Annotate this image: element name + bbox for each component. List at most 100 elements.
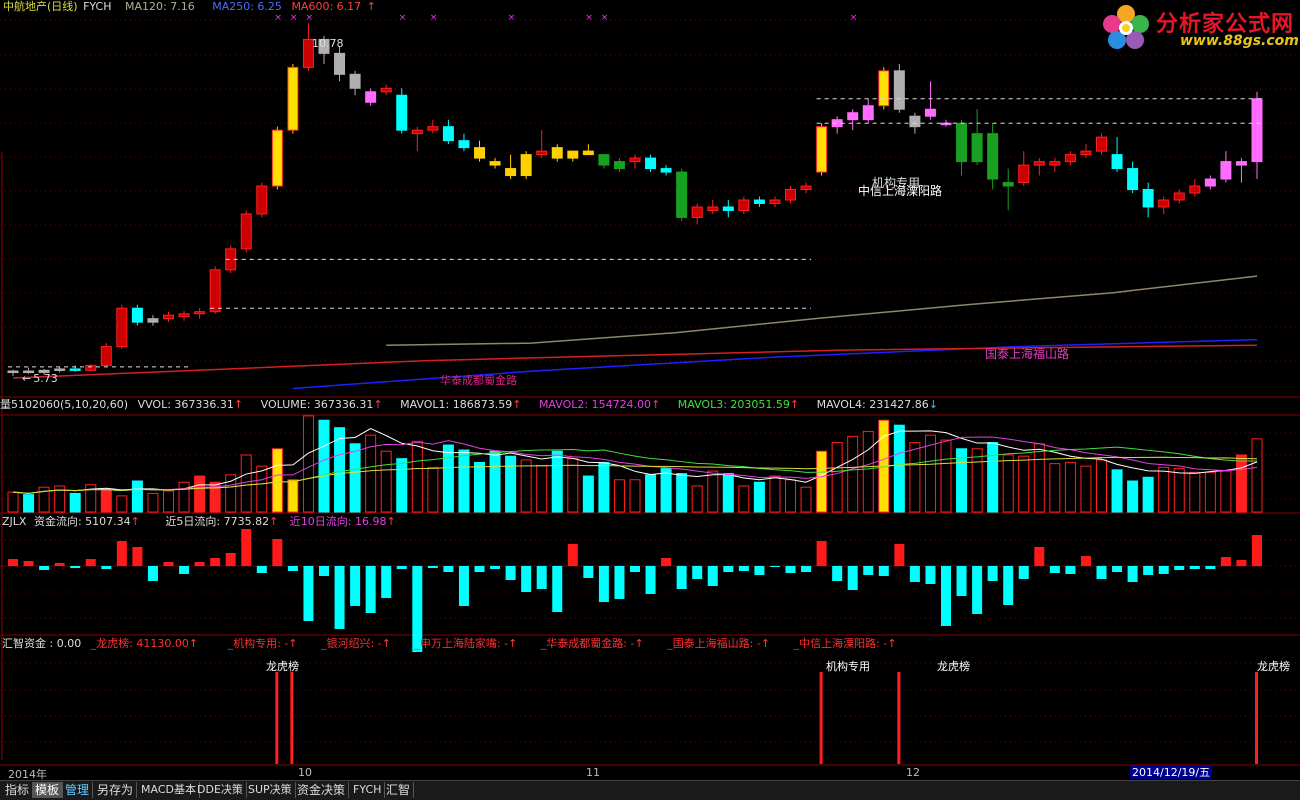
signal-marker: ×	[274, 13, 282, 23]
candle-body	[380, 87, 392, 93]
signal-marker: ×	[430, 13, 438, 23]
flow-bar	[738, 566, 749, 571]
candle-body	[613, 161, 625, 170]
signal-marker: ×	[290, 13, 298, 23]
flow-bar	[645, 566, 656, 594]
tab-fych[interactable]: FYCH	[350, 782, 386, 798]
volume-bar	[131, 480, 143, 513]
candle-body	[163, 314, 174, 320]
vvol-value: VVOL: 367336.31	[137, 398, 234, 411]
tab-manage[interactable]: 管理	[62, 782, 94, 798]
kline-chart[interactable]: × × × × × × × × ×	[0, 0, 1300, 766]
signal-marker: ×	[508, 13, 516, 23]
flow-bar	[583, 566, 594, 578]
volume-bar	[1127, 480, 1139, 513]
zx-value: _中信上海溧阳路: -	[793, 637, 888, 650]
tab-save-as[interactable]: 另存为	[94, 782, 138, 798]
candle-body	[1002, 182, 1014, 187]
tab-huizhi[interactable]: 汇智	[383, 782, 415, 798]
signal-marker: ×	[850, 13, 858, 23]
flow-bar	[365, 566, 376, 613]
candle-body	[505, 168, 517, 177]
seat-marker-label-4: 龙虎榜	[1257, 660, 1290, 673]
signal-marker: ×	[305, 13, 313, 23]
left-arrow-icon: ←	[22, 372, 32, 385]
candle-body	[178, 313, 190, 318]
candle-body	[878, 70, 890, 107]
high-price-label: 10.78	[312, 37, 344, 50]
flow-bar	[396, 566, 407, 569]
flow-bar	[878, 566, 889, 576]
candle-body	[1064, 154, 1076, 163]
flow-bar	[1034, 547, 1045, 566]
bottom-tab-bar: 指标 模板 管理 另存为 MACD基本 DDE决策 SUP决策 资金决策 FYC…	[0, 780, 1300, 800]
mavol2-value: MAVOL2: 154724.00	[538, 398, 652, 411]
candle-body	[365, 91, 377, 103]
flow-bar	[70, 566, 81, 568]
flow-bar	[1189, 566, 1200, 569]
candle-body	[271, 129, 283, 187]
flow-header: ZJLX 资金流向: 5107.34↑ 近5日流向: 7735.82↑ 近10日…	[2, 515, 396, 528]
flow-bar	[272, 539, 283, 566]
date-axis: 2014年 10 11 12 2014/12/19/五	[0, 766, 1300, 781]
flow-bar	[1112, 566, 1123, 572]
volume-bar	[69, 492, 81, 513]
volume-bar	[147, 492, 159, 513]
tab-fund[interactable]: 资金决策	[294, 782, 350, 798]
volume-bar	[800, 486, 812, 513]
seat-event-bar	[290, 672, 294, 764]
candle-body	[520, 154, 532, 177]
gt-value: _国泰上海福山路: -	[667, 637, 761, 650]
candle-body	[1189, 185, 1201, 194]
flow-bar	[303, 566, 314, 621]
chart-grid	[0, 19, 1300, 766]
volume-bar	[23, 494, 35, 513]
date-month-12: 12	[906, 766, 920, 779]
volume-bar	[349, 443, 361, 513]
flow-bar	[863, 566, 874, 575]
candle-body	[753, 199, 765, 204]
up-arrow-icon: ↑	[366, 0, 376, 13]
candle-body	[7, 370, 19, 374]
flow-bar	[832, 566, 843, 581]
flow-bar	[490, 566, 501, 569]
volume-bar	[816, 450, 828, 513]
volume-bar	[100, 489, 112, 513]
volume-bar	[1018, 455, 1030, 513]
volume-bar	[225, 474, 237, 513]
volume-bar	[240, 454, 252, 513]
site-logo: 分析家公式网 www.88gs.com	[1100, 2, 1299, 52]
volume-bar	[629, 479, 641, 513]
flow-bar	[972, 566, 983, 614]
logo-url: www.88gs.com	[1180, 33, 1299, 49]
stock-name[interactable]: 中航地产(日线)	[3, 0, 78, 13]
candle-body	[1033, 161, 1045, 166]
flow-bar	[23, 561, 34, 566]
volume-bar	[7, 491, 19, 513]
seat-marker-label-1: 龙虎榜	[266, 660, 299, 673]
signal-marker: ×	[585, 13, 593, 23]
fund-flow-bars	[8, 529, 1262, 652]
current-date: 2014/12/19/五	[1130, 766, 1213, 779]
seat-label-4: 机构专用	[872, 176, 921, 190]
tab-macd[interactable]: MACD基本	[138, 782, 200, 798]
tab-template[interactable]: 模板	[32, 782, 64, 798]
seat-label-2: 国泰上海福山路	[985, 347, 1070, 361]
flow-bar	[614, 566, 625, 599]
tab-dde[interactable]: DDE决策	[194, 782, 247, 798]
flow-bar	[101, 566, 112, 569]
volume-bar	[178, 481, 190, 513]
ma600-line	[12, 344, 1258, 379]
flow-bar	[1096, 566, 1107, 579]
sw-value: _申万上海陆家嘴: -	[414, 637, 509, 650]
volume-bar	[613, 479, 625, 513]
ma600-value: MA600: 6.17	[291, 0, 362, 13]
candle-body	[116, 307, 128, 348]
candlesticks	[7, 23, 1263, 376]
volume-bar	[645, 474, 657, 513]
candle-body	[411, 129, 423, 135]
flow-bar	[769, 566, 780, 567]
tab-indicator[interactable]: 指标	[2, 782, 34, 798]
tab-sup[interactable]: SUP决策	[245, 782, 296, 798]
flow-bar	[116, 541, 127, 566]
